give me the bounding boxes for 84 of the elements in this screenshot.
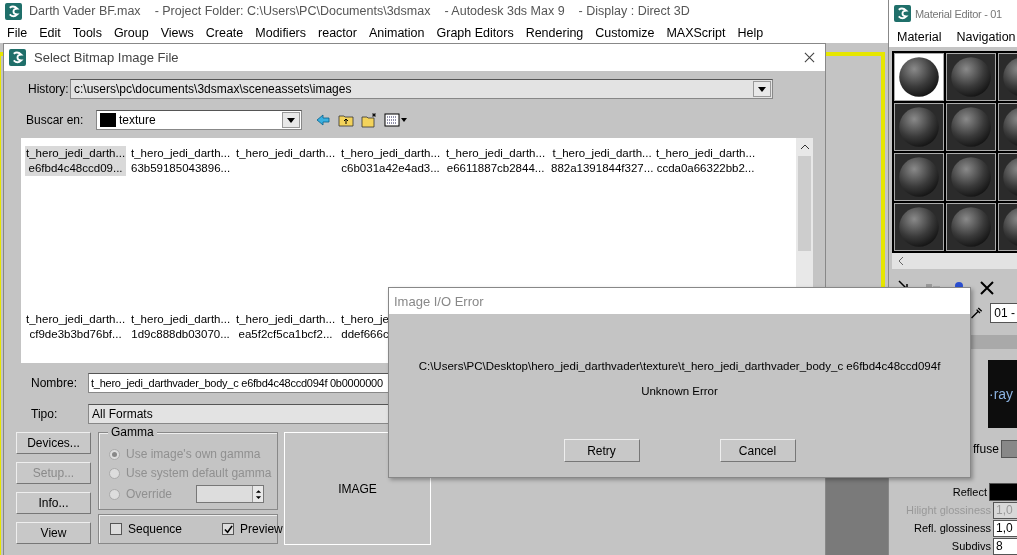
renderer-logo: ·ray [988,360,1017,428]
parameter-label: Refl. glossiness [913,522,991,534]
menu-item[interactable]: Graph Editors [436,25,514,40]
material-slot[interactable] [894,53,944,101]
bitmap-entry[interactable]: t_hero_jedi_darth... 1d9c888db03070... [130,312,232,342]
scroll-up-icon[interactable] [799,144,810,150]
bitmap-entry[interactable]: t_hero_jedi_darth... e6611887cb2844... [445,146,547,176]
gamma-spinner[interactable] [196,485,264,503]
dialog-button[interactable]: Cancel [719,439,796,462]
material-slot[interactable] [946,153,996,201]
window-title: Darth Vader BF.max [29,4,141,18]
material-slot[interactable] [894,153,944,201]
menu-item[interactable]: Material [897,30,942,44]
menu-item[interactable]: Create [205,25,244,40]
field-label: Nombre: [31,376,78,390]
dialog-button[interactable]: Devices... [16,432,91,454]
up-folder-icon[interactable] [338,112,354,128]
window-title: - Autodesk 3ds Max 9 [444,4,565,18]
scrollbar-thumb[interactable] [798,156,811,251]
error-message: C:\Users\PC\Desktop\hero_jedi_darthvader\texture\t_hero_jedi_darthvader_body_c e6fbd4c48ccd094f [418,360,941,372]
window-title: Material Editor - 01 [915,7,1002,20]
app-icon [9,49,26,66]
back-arrow-icon[interactable] [315,112,331,128]
menu-item[interactable]: Edit [39,25,61,40]
menu-item[interactable]: reactor [318,25,357,40]
spinner-arrows-icon [254,488,262,500]
preview-label: IMAGE [338,481,377,496]
bitmap-entry[interactable]: t_hero_jedi_darth... e6fbd4c48ccd09... [25,146,127,176]
caret-icon [287,117,295,123]
window-title: - Project Folder: C:\Users\PC\Documents\3dsmax [154,4,431,18]
bitmap-entry[interactable]: t_hero_jedi_darth... ccda0a66322bb2... [655,146,757,176]
close-icon[interactable] [804,52,815,63]
number-field[interactable]: 8 [993,537,1017,555]
parameter-label: ffuse [973,442,999,456]
field-label: Tipo: [31,407,59,421]
bitmap-entry[interactable]: t_hero_jedi_darth... ea5f2cf5ca1bcf2... [235,312,337,342]
bitmap-entry[interactable]: t_hero_jedi_darth... [235,146,337,161]
parameter-label: Reflect [952,486,987,498]
group-title: Gamma [108,425,157,439]
menu-item[interactable]: Customize [595,25,655,40]
menu-item[interactable]: Animation [368,25,425,40]
scroll-left-icon[interactable] [898,256,904,266]
material-slot[interactable] [946,53,996,101]
menu-item[interactable]: Group [113,25,149,40]
menu-item[interactable]: Views [160,25,194,40]
bitmap-entry[interactable]: t_hero_jedi_darth... cf9de3b3bd76bf... [25,312,127,342]
error-detail: Unknown Error [641,385,718,397]
dialog-button[interactable]: Info... [16,492,91,514]
history-dropdown[interactable]: c:\users\pc\documents\3dsmax\sceneassets\images [70,79,773,99]
menu-item[interactable]: Rendering [525,25,584,40]
dialog-title: Select Bitmap Image File [34,50,179,65]
view-menu-icon[interactable] [384,112,408,128]
new-folder-icon[interactable] [361,112,377,128]
menu-item[interactable]: File [7,25,28,40]
bitmap-entry[interactable]: t_hero_jedi_darth... 882a1391844f327... [550,146,655,176]
checkbox-label: Preview [240,522,283,536]
number-field[interactable]: 1,0 [993,519,1017,537]
menu-item[interactable]: Help [737,25,764,40]
delete-icon[interactable] [978,279,996,297]
bitmap-entry[interactable]: t_hero_jedi_darth... c6b031a42e4ad3... [340,146,442,176]
caret-icon [758,86,766,92]
menu-item[interactable]: Navigation [956,30,1016,44]
field-label: Buscar en: [26,113,85,127]
menu-item[interactable]: Tools [72,25,102,40]
folder-dropdown[interactable]: texture [96,110,302,130]
menu-item[interactable]: Modifiers [255,25,306,40]
checkbox[interactable] [222,523,235,535]
dialog-button[interactable]: Retry [563,439,640,462]
dialog-title: Image I/O Error [394,293,484,309]
field-label: History: [28,82,70,96]
material-name-field[interactable]: 01 - [990,303,1017,323]
material-slot[interactable] [946,103,996,151]
material-slot[interactable] [894,103,944,151]
app-icon [894,5,911,22]
bitmap-entry[interactable]: t_hero_je ddef666c [340,312,390,342]
material-slot[interactable] [894,203,944,251]
checkbox-label: Sequence [128,522,183,536]
material-slot[interactable] [946,203,996,251]
bitmap-entry[interactable]: t_hero_jedi_darth... 63b59185043896... [130,146,232,176]
checkbox[interactable] [110,523,122,535]
window-title: - Display : Direct 3D [578,4,690,18]
parameter-label: Subdivs [951,540,991,552]
menu-item[interactable]: MAXScript [666,25,726,40]
dialog-button[interactable]: View [16,522,91,544]
